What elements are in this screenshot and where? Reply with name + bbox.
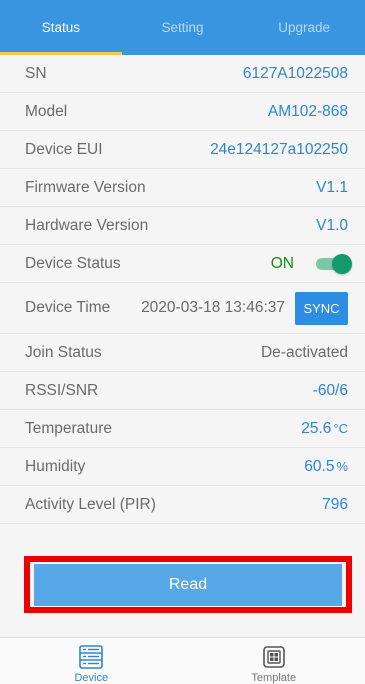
temperature-label: Temperature	[25, 419, 113, 437]
sync-button[interactable]: SYNC	[295, 291, 348, 325]
row-device-eui: Device EUI 24e124127a102250	[0, 131, 365, 169]
read-button[interactable]: Read	[34, 564, 342, 606]
toggle-knob	[332, 253, 352, 274]
nav-template-label: Template	[251, 672, 297, 684]
temperature-value-wrap: 25.6 °C	[301, 420, 348, 438]
tab-setting[interactable]: Setting	[122, 0, 244, 55]
row-temperature: Temperature 25.6 °C	[0, 410, 365, 448]
join-status-label: Join Status	[25, 343, 102, 361]
sn-label: SN	[25, 64, 47, 82]
humidity-value-wrap: 60.5%	[304, 458, 348, 476]
hardware-label: Hardware Version	[25, 216, 149, 234]
device-time-label: Device Time	[25, 299, 111, 316]
status-list: SN 6127A1022508 Model AM102-868 Device E…	[0, 55, 365, 524]
model-value: AM102-868	[267, 102, 348, 120]
model-label: Model	[25, 102, 68, 120]
device-eui-label: Device EUI	[25, 140, 103, 158]
row-rssi-snr: RSSI/SNR -60/6	[0, 372, 365, 410]
row-humidity: Humidity 60.5%	[0, 448, 365, 486]
device-time-value: 2020-03-18 13:46:37	[141, 299, 285, 316]
device-status-label: Device Status	[25, 254, 121, 272]
row-sn: SN 6127A1022508	[0, 55, 365, 93]
device-status-value: ON	[270, 254, 294, 272]
row-firmware: Firmware Version V1.1	[0, 169, 365, 207]
tab-upgrade[interactable]: Upgrade	[243, 0, 365, 55]
join-status-value: De-activated	[260, 343, 348, 361]
device-eui-value: 24e124127a102250	[210, 140, 348, 158]
device-status-toggle[interactable]	[314, 253, 352, 274]
firmware-value: V1.1	[316, 178, 348, 196]
temperature-value: 25.6	[301, 419, 332, 437]
template-icon	[262, 646, 285, 668]
humidity-value: 60.5	[304, 457, 335, 475]
nav-device[interactable]: Device	[0, 638, 183, 684]
device-list-icon	[79, 645, 104, 669]
humidity-label: Humidity	[25, 457, 86, 475]
nav-template[interactable]: Template	[183, 638, 365, 684]
row-device-status: Device Status ON	[0, 245, 365, 283]
activity-level-value: 796	[322, 495, 348, 513]
sn-value: 6127A1022508	[242, 64, 348, 82]
rssi-snr-value: -60/6	[312, 381, 348, 399]
tab-status[interactable]: Status	[0, 0, 122, 55]
nav-device-label: Device	[74, 672, 109, 684]
bottom-nav: Device Template	[0, 637, 365, 684]
row-model: Model AM102-868	[0, 93, 365, 131]
row-device-time: Device Time 2020-03-18 13:46:37 SYNC	[0, 283, 365, 334]
humidity-unit: %	[336, 458, 348, 474]
activity-level-label: Activity Level (PIR)	[25, 495, 156, 513]
hardware-value: V1.0	[316, 216, 348, 234]
row-activity-level: Activity Level (PIR) 796	[0, 486, 365, 524]
row-hardware: Hardware Version V1.0	[0, 207, 365, 245]
temperature-unit: °C	[333, 420, 348, 436]
firmware-label: Firmware Version	[25, 178, 146, 196]
row-join-status: Join Status De-activated	[0, 334, 365, 372]
top-tab-bar: Status Setting Upgrade	[0, 0, 365, 55]
rssi-snr-label: RSSI/SNR	[25, 381, 99, 399]
